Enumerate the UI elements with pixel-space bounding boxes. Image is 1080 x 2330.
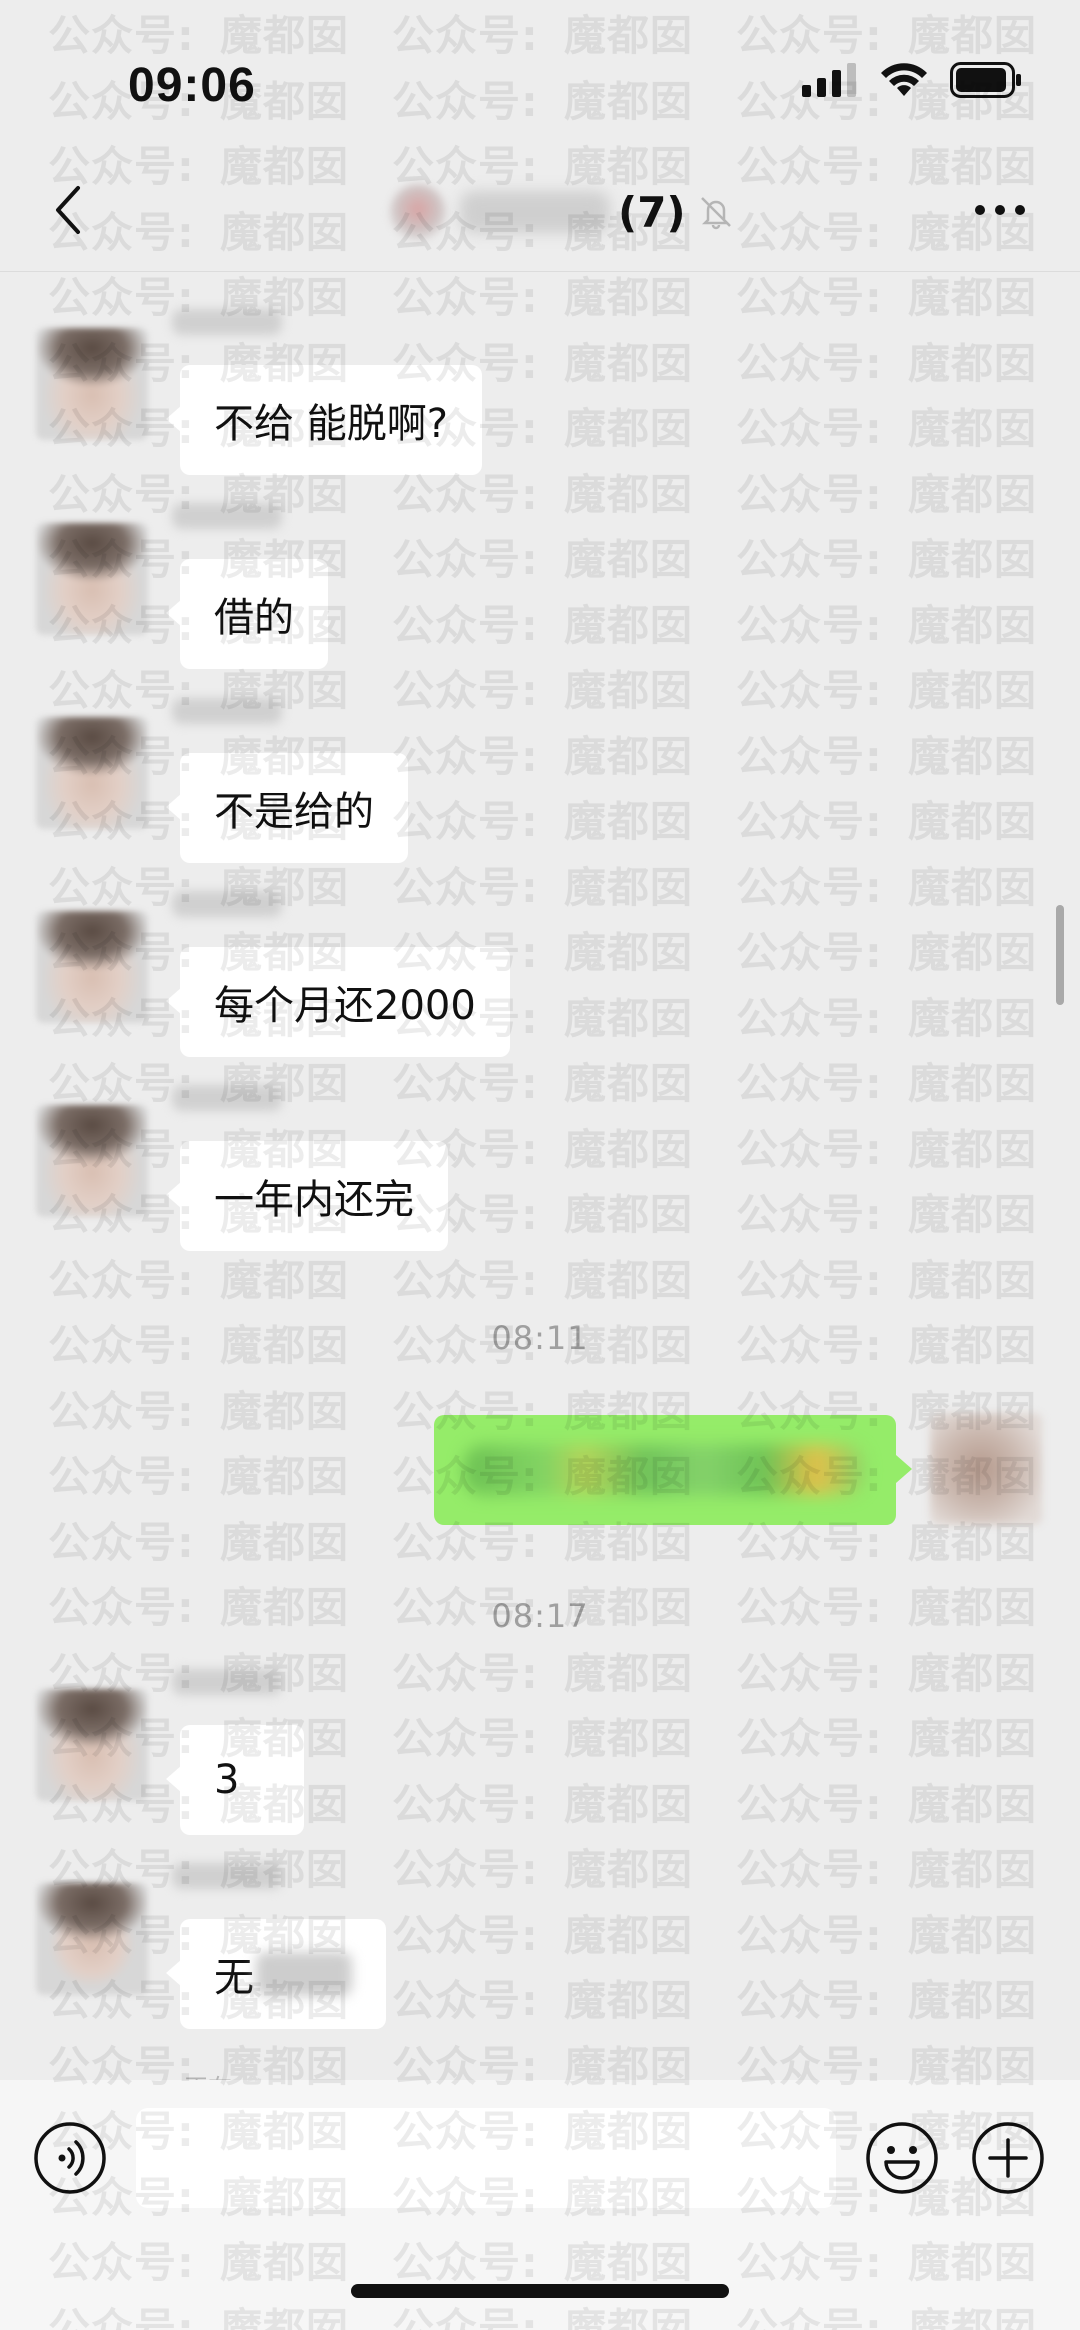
sender-name-blurred — [172, 503, 282, 529]
ellipsis-icon — [975, 205, 1025, 215]
wifi-icon — [881, 63, 927, 96]
group-name-blurred — [460, 191, 610, 233]
chevron-left-icon — [56, 186, 80, 234]
message-bubble[interactable]: 借的 — [166, 559, 328, 669]
sender-name-blurred — [172, 698, 282, 724]
more-button[interactable] — [970, 190, 1030, 230]
message-text-blurred — [256, 1952, 352, 1996]
message-bubble[interactable]: 每个月还2000 — [166, 947, 510, 1057]
timestamp-separator: 08:17 — [491, 1597, 589, 1635]
message-bubble[interactable]: 一年内还完 — [166, 1141, 448, 1251]
emoji-icon — [866, 2122, 938, 2194]
sender-avatar[interactable] — [36, 1883, 148, 1995]
voice-button[interactable] — [32, 2120, 108, 2196]
message-text: 无 — [214, 1955, 254, 2001]
my-message-bubble[interactable] — [434, 1415, 912, 1525]
sender-avatar[interactable] — [36, 717, 148, 829]
message-text-blurred — [464, 1445, 864, 1495]
sender-avatar[interactable] — [36, 1105, 148, 1217]
more-functions-button[interactable] — [970, 2120, 1046, 2196]
group-avatar-blurred — [390, 184, 446, 240]
plus-icon — [972, 2122, 1044, 2194]
message-bubble[interactable]: 不是给的 — [166, 753, 408, 863]
voice-icon — [34, 2122, 106, 2194]
scrollbar[interactable] — [1056, 905, 1064, 1005]
sender-avatar[interactable] — [36, 328, 148, 440]
sender-avatar[interactable] — [36, 523, 148, 635]
chat-screen: 09:06 (7) 不给 能脱啊? 借的 不是给的 每个月还2000 一年内还完… — [0, 0, 1080, 2330]
sender-name-blurred — [172, 891, 282, 917]
status-time: 09:06 — [128, 59, 256, 112]
message-bubble[interactable]: 不给 能脱啊? — [166, 365, 482, 475]
back-button[interactable] — [40, 180, 100, 240]
home-indicator[interactable] — [351, 2284, 729, 2298]
nav-bar: (7) — [0, 150, 1080, 272]
status-bar: 09:06 — [0, 0, 1080, 150]
sender-name-blurred — [172, 1085, 282, 1111]
cellular-signal-icon — [802, 63, 856, 97]
message-list[interactable]: 不给 能脱啊? 借的 不是给的 每个月还2000 一年内还完 08:11 08:… — [0, 273, 1080, 2075]
emoji-button[interactable] — [864, 2120, 940, 2196]
timestamp-separator: 08:11 — [491, 1319, 589, 1357]
battery-icon — [950, 62, 1021, 98]
chat-title: (7) — [390, 180, 736, 244]
my-avatar[interactable] — [930, 1413, 1042, 1525]
status-icons — [802, 62, 1022, 98]
message-input[interactable] — [136, 2108, 836, 2208]
message-bubble[interactable]: 3 — [166, 1725, 304, 1835]
message-bubble[interactable]: 无 — [166, 1919, 386, 2029]
sender-name-blurred — [172, 309, 282, 335]
sender-avatar[interactable] — [36, 911, 148, 1023]
sender-name-blurred — [172, 1863, 282, 1889]
sender-name-blurred — [172, 1669, 282, 1695]
sender-avatar[interactable] — [36, 1689, 148, 1801]
bell-muted-icon — [700, 197, 731, 230]
member-count: (7) — [618, 187, 686, 237]
